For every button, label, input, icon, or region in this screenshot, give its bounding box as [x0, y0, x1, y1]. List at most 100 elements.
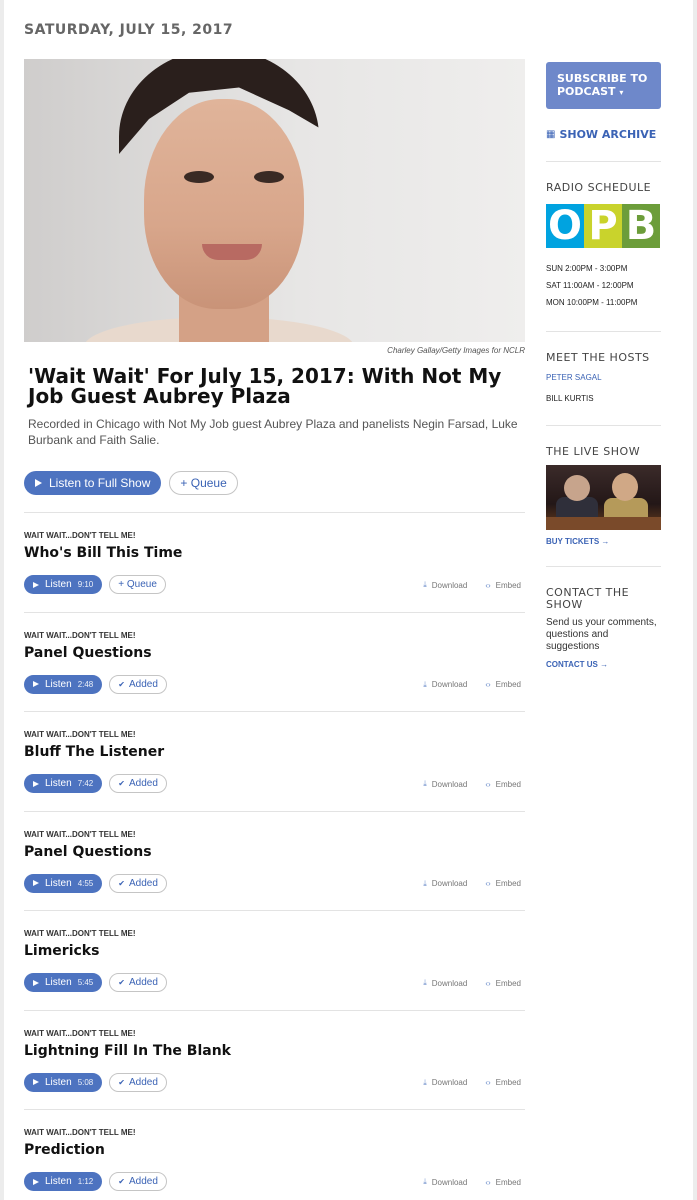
host-link-peter-sagal[interactable]: PETER SAGAL — [546, 372, 661, 384]
segment-program: WAIT WAIT...DON'T TELL ME! — [24, 829, 136, 839]
subscribe-podcast-button[interactable]: SUBSCRIBE TO PODCAST ▾ — [546, 62, 661, 109]
play-icon — [33, 581, 39, 588]
segment-title[interactable]: Panel Questions — [24, 645, 152, 661]
chevron-down-icon: ▾ — [619, 88, 624, 97]
download-link[interactable]: ⤓ Download — [423, 779, 467, 789]
play-icon — [33, 1178, 39, 1185]
segment-listen-label: Listen — [45, 778, 72, 789]
download-link[interactable]: ⤓ Download — [423, 879, 467, 889]
sidebar: SUBSCRIBE TO PODCAST ▾ ▦ SHOW ARCHIVE RA… — [546, 62, 661, 669]
hosts-heading: MEET THE HOSTS — [546, 351, 650, 364]
contact-us-link[interactable]: CONTACT US → — [546, 660, 661, 669]
queue-full-show-button[interactable]: + Queue — [169, 470, 238, 495]
check-icon: ✔ — [118, 779, 125, 788]
segment-item: WAIT WAIT...DON'T TELL ME! Panel Questio… — [24, 611, 525, 712]
segment-queue-button[interactable]: ✔ Added — [109, 873, 167, 893]
segment-title[interactable]: Prediction — [24, 1142, 105, 1158]
segment-item: WAIT WAIT...DON'T TELL ME! Bluff The Lis… — [24, 711, 525, 811]
episode-title: 'Wait Wait' For July 15, 2017: With Not … — [28, 364, 502, 408]
segment-program: WAIT WAIT...DON'T TELL ME! — [24, 1028, 136, 1038]
embed-icon: ‹› — [485, 978, 491, 988]
segment-actions: Listen 7:42 ✔ Added — [24, 774, 167, 793]
contact-text: Send us your comments, questions and sug… — [546, 617, 657, 652]
segment-item: WAIT WAIT...DON'T TELL ME! Panel Questio… — [24, 810, 525, 911]
embed-label: Embed — [495, 1078, 521, 1087]
segment-queue-button[interactable]: ✔ Added — [109, 674, 167, 694]
buy-tickets-link[interactable]: BUY TICKETS → — [546, 537, 661, 546]
check-icon: ✔ — [118, 679, 125, 689]
play-icon — [33, 780, 39, 787]
segment-title[interactable]: Who's Bill This Time — [24, 545, 182, 561]
segment-duration: 2:48 — [77, 679, 94, 689]
segment-listen-button[interactable]: Listen 4:55 — [24, 873, 103, 893]
segment-queue-button[interactable]: ✔ Added — [109, 1172, 167, 1191]
embed-link[interactable]: ‹› Embed — [485, 1177, 521, 1187]
show-actions: Listen to Full Show + Queue — [24, 470, 525, 495]
download-link[interactable]: ⤓ Download — [423, 978, 467, 988]
embed-icon: ‹› — [485, 1177, 491, 1187]
segment-program: WAIT WAIT...DON'T TELL ME! — [24, 1128, 136, 1137]
show-archive-label: SHOW ARCHIVE — [559, 128, 657, 141]
opb-logo[interactable]: O P B — [546, 203, 660, 249]
listen-full-show-button[interactable]: Listen to Full Show — [24, 470, 162, 495]
download-label: Download — [431, 680, 468, 689]
embed-link[interactable]: ‹› Embed — [485, 1078, 521, 1088]
embed-link[interactable]: ‹› Embed — [485, 580, 521, 590]
segment-listen-button[interactable]: Listen 1:12 — [24, 1172, 103, 1191]
embed-icon: ‹› — [485, 680, 491, 689]
segment-listen-label: Listen — [45, 977, 72, 988]
embed-icon: ‹› — [485, 1078, 491, 1087]
live-show-image[interactable] — [546, 465, 661, 530]
segment-title[interactable]: Bluff The Listener — [24, 744, 164, 760]
show-archive-link[interactable]: ▦ SHOW ARCHIVE — [546, 128, 661, 141]
image-credit: Charley Gallay/Getty Images for NCLR — [387, 346, 525, 355]
segment-listen-button[interactable]: Listen 5:08 — [24, 1072, 103, 1092]
segment-listen-button[interactable]: Listen 2:48 — [24, 674, 103, 694]
embed-link[interactable]: ‹› Embed — [485, 879, 521, 889]
segment-item: WAIT WAIT...DON'T TELL ME! Limericks Lis… — [24, 910, 525, 1010]
download-icon: ⤓ — [423, 679, 427, 689]
download-link[interactable]: ⤓ Download — [423, 580, 467, 590]
check-icon: ✔ — [118, 1177, 125, 1186]
opb-logo-letter-p: P — [584, 203, 622, 249]
segment-listen-label: Listen — [45, 877, 72, 889]
segment-queue-button[interactable]: ✔ Added — [109, 973, 167, 992]
download-link[interactable]: ⤓ Download — [423, 1177, 467, 1187]
segment-queue-button[interactable]: ✔ Added — [109, 1072, 167, 1092]
download-icon: ⤓ — [423, 878, 427, 888]
segment-listen-label: Listen — [45, 1176, 72, 1187]
embed-icon: ‹› — [485, 779, 491, 789]
download-link[interactable]: ⤓ Download — [423, 680, 467, 690]
embed-link[interactable]: ‹› Embed — [485, 779, 521, 789]
download-link[interactable]: ⤓ Download — [423, 1078, 467, 1088]
segment-listen-button[interactable]: Listen 7:42 — [24, 774, 103, 793]
segment-queue-label: + Queue — [118, 579, 157, 590]
play-icon — [33, 880, 39, 886]
segment-title[interactable]: Lightning Fill In The Blank — [24, 1043, 231, 1059]
divider — [546, 161, 661, 162]
download-label: Download — [431, 978, 468, 988]
segment-title[interactable]: Panel Questions — [24, 844, 152, 860]
segment-listen-label: Listen — [45, 1076, 72, 1088]
segment-queue-label: Added — [128, 1076, 158, 1088]
embed-link[interactable]: ‹› Embed — [485, 978, 521, 988]
host-link-bill-kurtis[interactable]: BILL KURTIS — [546, 393, 661, 405]
download-label: Download — [431, 580, 468, 590]
segment-listen-button[interactable]: Listen 9:10 — [24, 575, 103, 594]
segment-listen-button[interactable]: Listen 5:45 — [24, 973, 103, 992]
segment-actions: Listen 1:12 ✔ Added — [24, 1172, 167, 1191]
schedule-list: SUN 2:00PM - 3:00PM SAT 11:00AM - 12:00P… — [546, 260, 661, 311]
segment-queue-label: Added — [128, 877, 158, 889]
play-icon — [33, 681, 39, 687]
segment-tools: ⤓ Download ‹› Embed — [423, 1078, 521, 1088]
segment-queue-button[interactable]: + Queue — [109, 575, 166, 594]
download-icon: ⤓ — [423, 1077, 427, 1087]
segment-queue-button[interactable]: ✔ Added — [109, 774, 167, 793]
segment-actions: Listen 5:08 ✔ Added — [24, 1072, 167, 1092]
segment-listen-label: Listen — [45, 579, 72, 590]
download-icon: ⤓ — [423, 1177, 427, 1186]
segment-duration: 9:10 — [77, 580, 94, 589]
listen-full-show-label: Listen to Full Show — [49, 475, 151, 490]
embed-link[interactable]: ‹› Embed — [485, 680, 521, 690]
segment-title[interactable]: Limericks — [24, 943, 99, 959]
